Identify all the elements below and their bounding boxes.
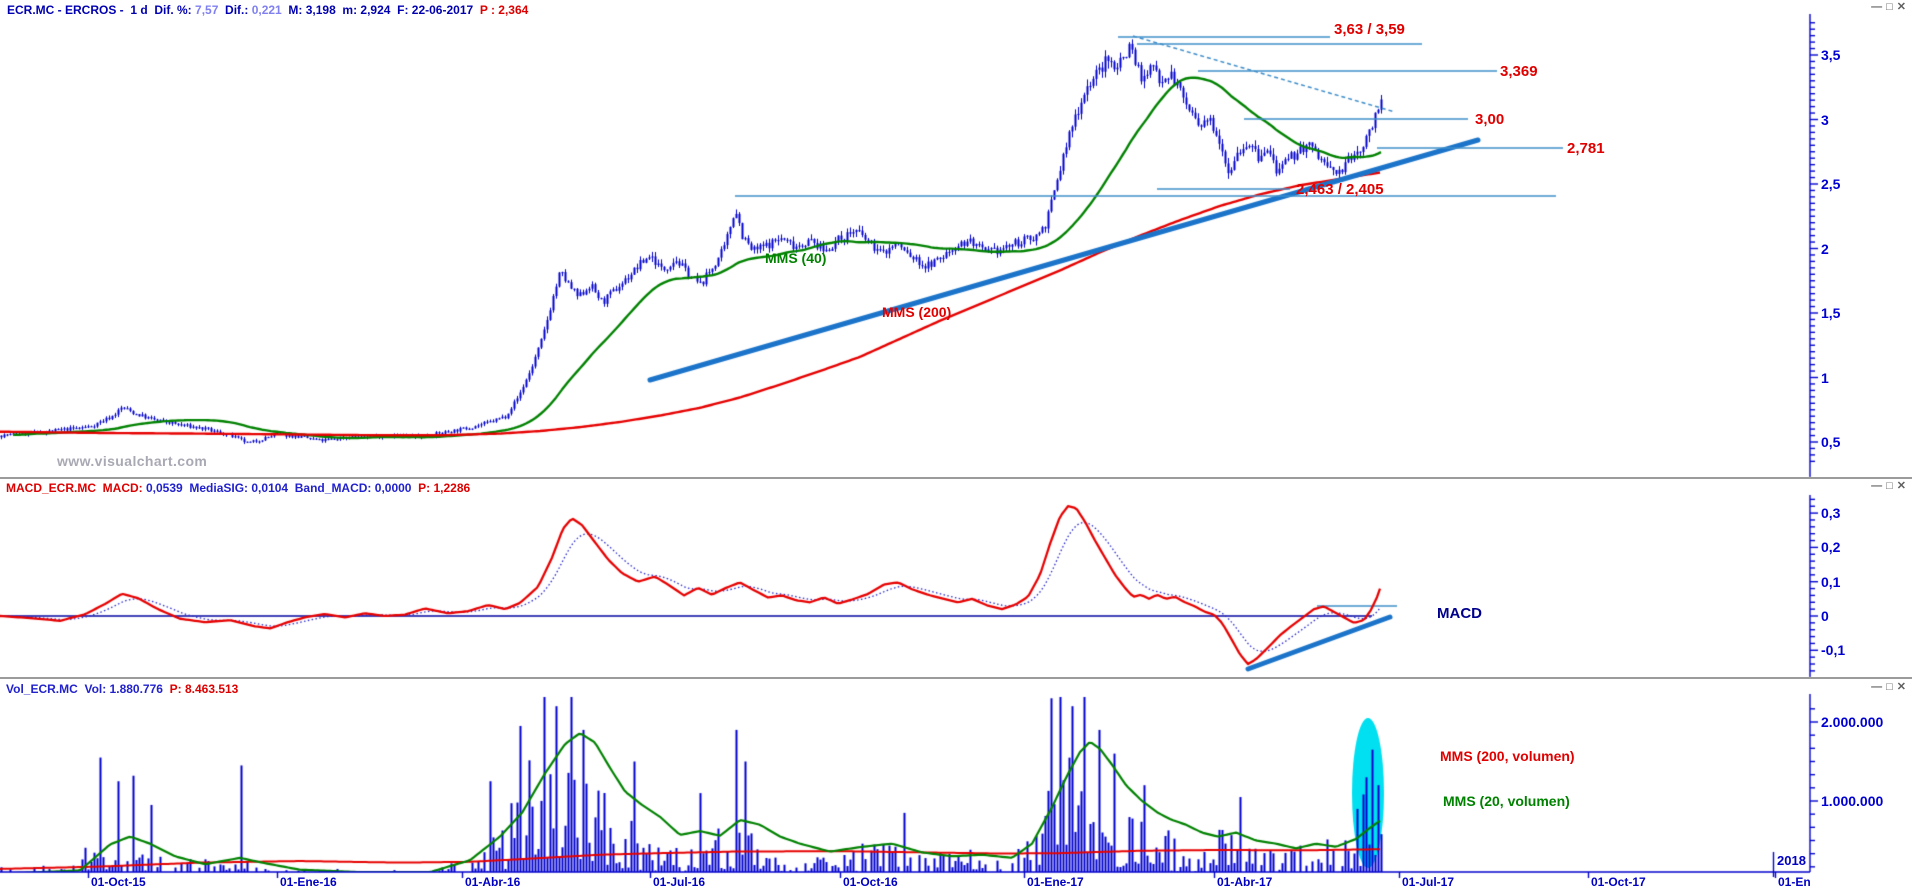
price-axis-label[interactable]: 1 (1821, 370, 1829, 386)
date-axis-label[interactable]: 01-Abr-17 (1217, 875, 1272, 889)
header-segment: Dif.: (218, 3, 252, 17)
year-2018-label: 2018 (1777, 853, 1806, 868)
price-level-label: 3,63 / 3,59 (1334, 21, 1405, 38)
header-segment: M: 3,198 m: 2,924 F: 22-06-2017 (281, 3, 480, 17)
price-panel-header: ECR.MC - ERCROS - 1 d Dif. %: 7,57 Dif.:… (7, 3, 528, 17)
macd-axis-label[interactable]: 0,1 (1821, 574, 1840, 590)
header-segment: MACD: (102, 481, 146, 495)
header-segment: 0,0539 (146, 481, 190, 495)
macd-axis-label[interactable]: 0,2 (1821, 539, 1840, 555)
macd-panel-window-controls: — □ ✕ (1871, 481, 1906, 492)
macd-axis-label[interactable]: 0 (1821, 608, 1829, 624)
header-segment: MACD_ECR.MC (6, 481, 103, 495)
header-segment: 7,57 (195, 3, 219, 17)
price-axis-label[interactable]: 3,5 (1821, 47, 1840, 63)
minimize-button[interactable]: — (1871, 481, 1882, 492)
price-level-label: 2,781 (1567, 140, 1605, 157)
price-axis-label[interactable]: 2 (1821, 241, 1829, 257)
header-segment: ECR.MC - ERCROS - 1 d (7, 3, 155, 17)
mms200-label: MMS (200) (882, 304, 952, 320)
chart-canvas[interactable] (0, 0, 1912, 892)
maximize-button[interactable]: □ (1886, 2, 1893, 13)
macd-panel-header: MACD_ECR.MC MACD: 0,0539 MediaSIG: 0,010… (6, 481, 470, 495)
mms40-label: MMS (40) (765, 250, 827, 266)
close-button[interactable]: ✕ (1897, 2, 1906, 13)
maximize-button[interactable]: □ (1886, 682, 1893, 693)
volume-mms20-label: MMS (20, volumen) (1443, 793, 1570, 809)
header-segment: P : 2,364 (479, 3, 529, 17)
date-axis-label[interactable]: 01-Oct-17 (1591, 875, 1646, 889)
panel-divider[interactable] (0, 477, 1912, 479)
price-panel-window-controls: — □ ✕ (1871, 2, 1906, 13)
price-level-label: 2,463 / 2,405 (1296, 181, 1384, 198)
date-axis-label[interactable]: 01-Jul-17 (1402, 875, 1454, 889)
header-segment: Dif. %: (154, 3, 196, 17)
minimize-button[interactable]: — (1871, 2, 1882, 13)
header-segment: P: 8.463.513 (169, 682, 239, 696)
visualchart-watermark: www.visualchart.com (57, 453, 208, 469)
volume-panel-window-controls: — □ ✕ (1871, 682, 1906, 693)
date-axis-label[interactable]: 01-Ene-16 (280, 875, 337, 889)
date-axis-label[interactable]: 01-Abr-16 (465, 875, 520, 889)
date-axis-label[interactable]: 01-Oct-15 (91, 875, 146, 889)
date-axis-label[interactable]: 01-Ene-17 (1027, 875, 1084, 889)
volume-axis-label[interactable]: 1.000.000 (1821, 793, 1883, 809)
header-segment: P: 1,2286 (418, 481, 471, 495)
date-axis-label[interactable]: 01-En (1778, 875, 1811, 889)
macd-label: MACD (1437, 605, 1482, 622)
date-axis-label[interactable]: 01-Jul-16 (653, 875, 705, 889)
volume-mms200-label: MMS (200, volumen) (1440, 748, 1575, 764)
price-level-label: 3,00 (1475, 111, 1505, 128)
header-segment: 0,221 (251, 3, 282, 17)
header-segment: Vol_ECR.MC Vol: 1.880.776 (6, 682, 170, 696)
price-axis-label[interactable]: 3 (1821, 112, 1829, 128)
volume-axis-label[interactable]: 2.000.000 (1821, 714, 1883, 730)
close-button[interactable]: ✕ (1897, 481, 1906, 492)
header-segment: Band_MACD: 0,0000 (294, 481, 419, 495)
panel-divider[interactable] (0, 677, 1912, 679)
macd-axis-label[interactable]: 0,3 (1821, 505, 1840, 521)
date-axis-label[interactable]: 01-Oct-16 (843, 875, 898, 889)
header-segment: MediaSIG: 0,0104 (189, 481, 295, 495)
maximize-button[interactable]: □ (1886, 481, 1893, 492)
price-axis-label[interactable]: 1,5 (1821, 305, 1840, 321)
price-level-label: 3,369 (1500, 63, 1538, 80)
macd-axis-label[interactable]: -0,1 (1821, 642, 1845, 658)
price-axis-label[interactable]: 0,5 (1821, 434, 1840, 450)
minimize-button[interactable]: — (1871, 682, 1882, 693)
price-axis-label[interactable]: 2,5 (1821, 176, 1840, 192)
visual-chart-window: ECR.MC - ERCROS - 1 d Dif. %: 7,57 Dif.:… (0, 0, 1912, 892)
close-button[interactable]: ✕ (1897, 682, 1906, 693)
volume-panel-header: Vol_ECR.MC Vol: 1.880.776 P: 8.463.513 (6, 682, 238, 696)
